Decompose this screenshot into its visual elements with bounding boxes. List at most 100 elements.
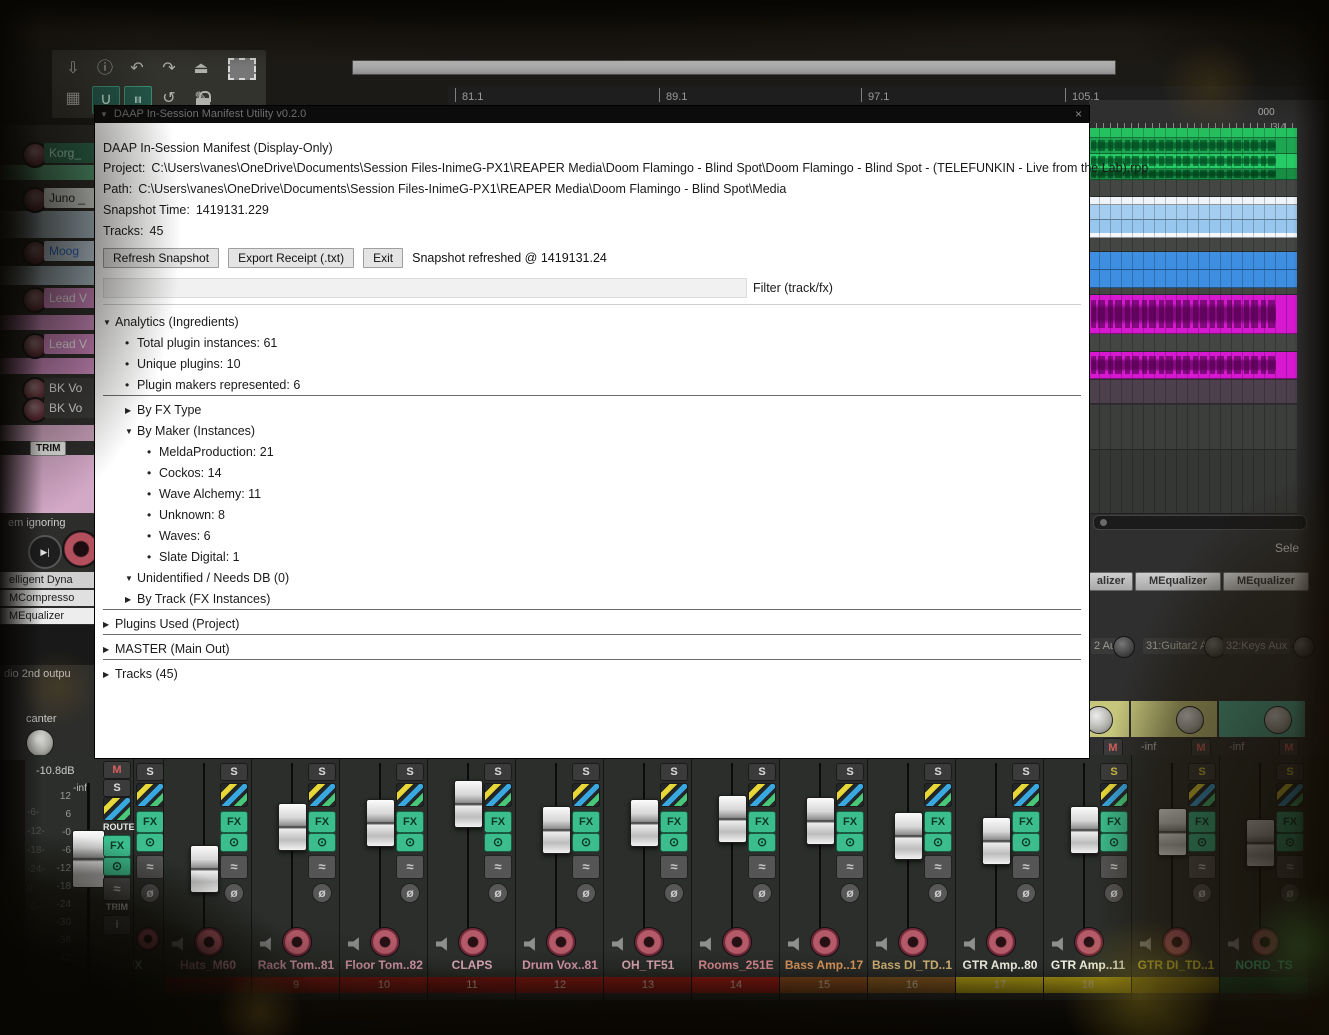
fx-button[interactable]: FX xyxy=(1100,811,1128,833)
fx-power-icon[interactable]: ⊙ xyxy=(220,833,248,852)
solo-button[interactable]: S xyxy=(1276,763,1304,781)
routing-icon[interactable] xyxy=(484,783,512,807)
phase-icon[interactable]: ø xyxy=(664,883,684,903)
tree-item[interactable]: • Slate Digital: 1 xyxy=(103,547,1125,567)
speaker-icon[interactable] xyxy=(700,937,711,951)
filter-input[interactable] xyxy=(103,278,747,298)
fx-button[interactable]: FX xyxy=(220,811,248,833)
fx-power-icon[interactable]: ⊙ xyxy=(924,833,952,852)
routing-icon[interactable] xyxy=(1100,783,1128,807)
refresh-snapshot-button[interactable]: Refresh Snapshot xyxy=(103,248,220,268)
tree-item[interactable]: ▼ By Maker (Instances) xyxy=(103,421,1103,441)
send-label[interactable]: 32:Keys Aux xyxy=(1223,638,1291,654)
speaker-icon[interactable] xyxy=(612,937,623,951)
fx-power-icon[interactable]: ⊙ xyxy=(748,833,776,852)
undo-icon[interactable]: ↶ xyxy=(124,56,150,82)
fx-button[interactable]: FX xyxy=(748,811,776,833)
exit-button[interactable]: Exit xyxy=(363,248,404,268)
save-icon[interactable]: ⇩ xyxy=(60,56,86,82)
arrange-track-lane[interactable] xyxy=(1089,220,1297,234)
record-button[interactable] xyxy=(62,530,96,568)
fader-handle[interactable] xyxy=(894,812,923,860)
master-envelope-icon[interactable]: ≈ xyxy=(103,877,131,901)
tree-expander-icon[interactable]: ▶ xyxy=(103,640,115,660)
phase-icon[interactable]: ø xyxy=(140,883,160,903)
fader-track[interactable] xyxy=(643,763,645,943)
phase-icon[interactable]: ø xyxy=(1016,883,1036,903)
tree-expander-icon[interactable]: ▼ xyxy=(125,422,137,442)
tree-item[interactable]: ▶ MASTER (Main Out) xyxy=(103,639,1081,659)
fx-list-item[interactable]: MCompresso xyxy=(0,590,96,606)
arrange-track-lane[interactable] xyxy=(1089,334,1297,352)
solo-button[interactable]: S xyxy=(220,763,248,781)
speaker-icon[interactable] xyxy=(348,937,359,951)
fx-button[interactable]: FX xyxy=(660,811,688,833)
arrange-hscrollbar[interactable] xyxy=(1093,515,1307,530)
solo-button[interactable]: S xyxy=(748,763,776,781)
envelope-icon[interactable]: ≈ xyxy=(1276,855,1304,879)
record-arm-button[interactable] xyxy=(546,927,576,957)
speaker-icon[interactable] xyxy=(260,937,271,951)
fx-power-icon[interactable]: ⊙ xyxy=(308,833,336,852)
envelope-icon[interactable]: ≈ xyxy=(572,855,600,879)
speaker-icon[interactable] xyxy=(788,937,799,951)
tree-item[interactable]: • Plugin makers represented: 6 xyxy=(103,375,1103,395)
speaker-icon[interactable] xyxy=(436,937,447,951)
fx-button[interactable]: FX xyxy=(572,811,600,833)
routing-icon[interactable] xyxy=(660,783,688,807)
fx-power-icon[interactable]: ⊙ xyxy=(484,833,512,852)
fx-power-icon[interactable]: ⊙ xyxy=(660,833,688,852)
tree-expander-icon[interactable]: ▶ xyxy=(103,615,115,635)
fader-handle[interactable] xyxy=(542,806,571,854)
speaker-icon[interactable] xyxy=(1140,937,1151,951)
track-name-label[interactable]: Lead V xyxy=(44,288,96,308)
fader-handle[interactable] xyxy=(1158,808,1187,856)
envelope-icon[interactable]: ≈ xyxy=(136,855,164,879)
fx-slot-button[interactable]: MEqualizer xyxy=(1223,572,1309,591)
tree-expander-icon[interactable]: ▶ xyxy=(103,665,115,685)
envelope-icon[interactable]: ≈ xyxy=(836,855,864,879)
speaker-icon[interactable] xyxy=(172,937,183,951)
routing-icon[interactable] xyxy=(1012,783,1040,807)
track-name-label[interactable]: BK Vo xyxy=(44,398,96,418)
dialog-titlebar[interactable]: ▼ DAAP In-Session Manifest Utility v0.2.0… xyxy=(95,106,1089,123)
fx-button[interactable]: FX xyxy=(396,811,424,833)
solo-button[interactable]: S xyxy=(1012,763,1040,781)
fader-track[interactable] xyxy=(731,763,733,943)
master-routing-icon[interactable] xyxy=(103,797,131,821)
tree-expander-icon[interactable]: ▶ xyxy=(125,590,137,610)
routing-icon[interactable] xyxy=(308,783,336,807)
phase-icon[interactable]: ø xyxy=(1280,883,1300,903)
record-arm-button[interactable] xyxy=(1074,927,1104,957)
record-arm-button[interactable] xyxy=(634,927,664,957)
fx-button[interactable]: FX xyxy=(136,811,164,833)
record-arm-button[interactable] xyxy=(722,927,752,957)
fx-power-icon[interactable]: ⊙ xyxy=(572,833,600,852)
arrange-track-lane[interactable] xyxy=(1089,295,1297,334)
arrange-track-lane[interactable] xyxy=(1089,352,1297,379)
solo-button[interactable]: S xyxy=(1100,763,1128,781)
fx-button[interactable]: FX xyxy=(1012,811,1040,833)
info-icon[interactable]: ⓘ xyxy=(92,56,118,82)
fader-handle[interactable] xyxy=(278,803,307,851)
tree-item[interactable]: • MeldaProduction: 21 xyxy=(103,442,1125,462)
phase-icon[interactable]: ø xyxy=(400,883,420,903)
arrange-track-lane[interactable] xyxy=(1089,288,1297,295)
fader-handle[interactable] xyxy=(806,797,835,845)
arrange-track-lane[interactable] xyxy=(1089,128,1297,138)
fx-power-icon[interactable]: ⊙ xyxy=(1100,833,1128,852)
phase-icon[interactable]: ø xyxy=(1104,883,1124,903)
fader-track[interactable] xyxy=(291,763,293,943)
envelope-icon[interactable]: ≈ xyxy=(308,855,336,879)
tree-item[interactable]: ▶ Tracks (45) xyxy=(103,664,1081,684)
track-name-label[interactable]: BK Vo xyxy=(44,378,96,398)
solo-button[interactable]: S xyxy=(396,763,424,781)
envelope-icon[interactable]: ≈ xyxy=(660,855,688,879)
speaker-icon[interactable] xyxy=(964,937,975,951)
trim-button[interactable]: TRIM xyxy=(30,441,67,456)
tree-item[interactable]: • Total plugin instances: 61 xyxy=(103,333,1103,353)
arrange-track-lane[interactable] xyxy=(1089,180,1297,197)
phase-icon[interactable]: ø xyxy=(928,883,948,903)
tree-item[interactable]: ▶ Plugins Used (Project) xyxy=(103,614,1081,634)
tree-expander-icon[interactable]: ▶ xyxy=(125,401,137,421)
